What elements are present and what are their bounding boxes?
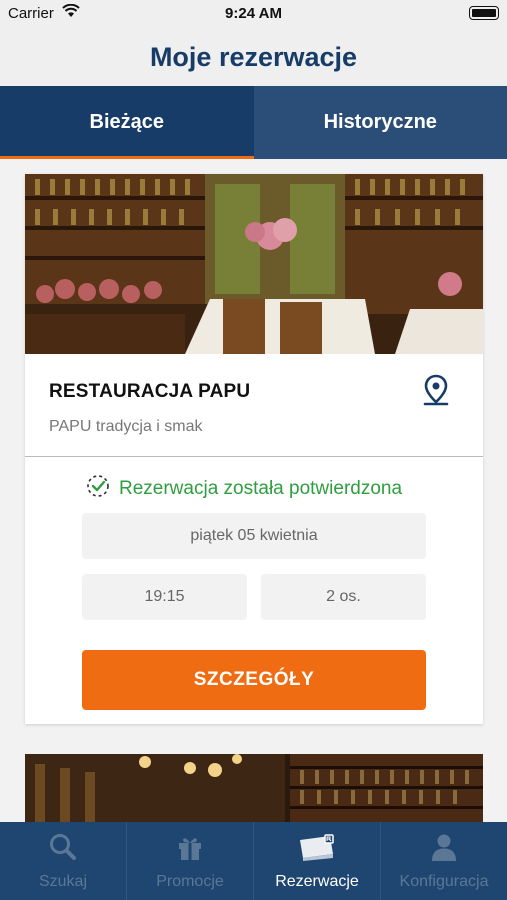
- user-icon: [429, 832, 459, 867]
- details-button[interactable]: SZCZEGÓŁY: [82, 650, 426, 710]
- confirmed-check-icon: [85, 473, 111, 504]
- nav-bar: Moje rezerwacje: [0, 28, 507, 86]
- tabbar-item-search[interactable]: Szukaj: [0, 822, 127, 900]
- tabbar-label-promotions: Promocje: [156, 873, 224, 890]
- restaurant-subtitle: PAPU tradycja i smak: [49, 418, 203, 435]
- restaurant-photo: [25, 174, 483, 354]
- reservation-card: RESTAURACJA PAPU PAPU tradycja i smak Re…: [25, 174, 483, 724]
- confirmation-text: Rezerwacja została potwierdzona: [119, 477, 403, 499]
- search-icon: [48, 832, 78, 867]
- clock: 9:24 AM: [225, 5, 282, 22]
- date-field: piątek 05 kwietnia: [82, 513, 426, 559]
- confirmation-status: Rezerwacja została potwierdzona: [85, 473, 402, 504]
- time-field: 19:15: [82, 574, 247, 620]
- map-pin-icon[interactable]: [423, 374, 449, 411]
- restaurant-name: RESTAURACJA PAPU: [49, 381, 251, 402]
- reservation-tabs: Bieżące Historyczne: [0, 86, 507, 159]
- divider: [25, 456, 483, 457]
- reservation-card-next[interactable]: [25, 754, 483, 824]
- tabbar-item-settings[interactable]: Konfiguracja: [381, 822, 507, 900]
- tab-history[interactable]: Historyczne: [253, 86, 507, 159]
- ticket-icon: [297, 832, 337, 867]
- tabbar-label-reservations: Rezerwacje: [275, 873, 359, 890]
- tabbar-item-promotions[interactable]: Promocje: [127, 822, 254, 900]
- tabbar-label-settings: Konfiguracja: [399, 873, 489, 890]
- tab-current[interactable]: Bieżące: [0, 86, 254, 159]
- battery-icon: [469, 6, 499, 20]
- page-title: Moje rezerwacje: [149, 42, 358, 72]
- guests-field: 2 os.: [261, 574, 426, 620]
- status-bar: Carrier 9:24 AM: [0, 0, 507, 28]
- bottom-tab-bar: Szukaj Promocje Rezerwacje Konfiguracja: [0, 822, 507, 900]
- gift-icon: [175, 832, 205, 867]
- tabbar-label-search: Szukaj: [38, 873, 88, 890]
- tabbar-item-reservations[interactable]: Rezerwacje: [254, 822, 381, 900]
